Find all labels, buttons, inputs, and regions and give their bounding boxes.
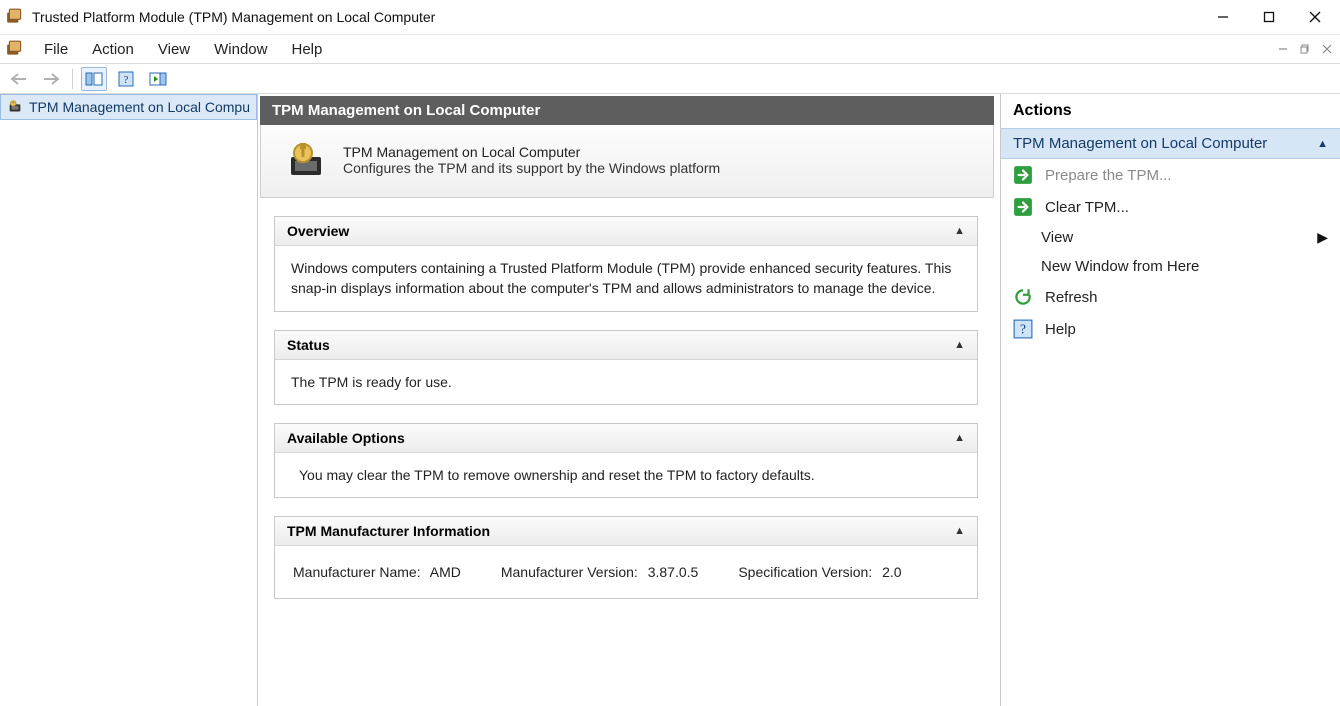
menu-view[interactable]: View xyxy=(146,37,202,62)
close-button[interactable] xyxy=(1292,2,1338,32)
collapse-icon: ▲ xyxy=(1317,138,1328,150)
action-new-window[interactable]: New Window from Here xyxy=(1001,252,1340,281)
actions-subheader-label: TPM Management on Local Computer xyxy=(1013,135,1267,152)
action-prepare-tpm[interactable]: Prepare the TPM... xyxy=(1001,159,1340,191)
show-hide-action-pane-button[interactable] xyxy=(145,67,171,91)
details-header: TPM Management on Local Computer xyxy=(260,96,994,125)
mdi-restore-button[interactable] xyxy=(1296,41,1314,57)
group-mfr-title: TPM Manufacturer Information xyxy=(287,523,490,539)
action-view[interactable]: View ▶ xyxy=(1001,223,1340,252)
toolbar: ? xyxy=(0,64,1340,94)
action-label: New Window from Here xyxy=(1041,258,1199,275)
group-options-header[interactable]: Available Options ▲ xyxy=(275,424,977,453)
action-label: Help xyxy=(1045,321,1076,338)
collapse-icon: ▲ xyxy=(954,225,965,237)
group-status-title: Status xyxy=(287,337,330,353)
tpm-chip-icon xyxy=(7,98,23,116)
toolbar-separator xyxy=(72,69,73,89)
group-available-options: Available Options ▲ You may clear the TP… xyxy=(274,423,978,498)
menu-help[interactable]: Help xyxy=(279,37,334,62)
menu-file[interactable]: File xyxy=(32,37,80,62)
group-overview-title: Overview xyxy=(287,223,349,239)
arrow-right-green-icon xyxy=(1013,197,1033,217)
actions-subheader[interactable]: TPM Management on Local Computer ▲ xyxy=(1001,128,1340,159)
mfr-version-value: 3.87.0.5 xyxy=(648,564,699,580)
tpm-chip-large-icon xyxy=(285,139,327,181)
group-overview: Overview ▲ Windows computers containing … xyxy=(274,216,978,312)
actions-title: Actions xyxy=(1001,94,1340,128)
chevron-right-icon: ▶ xyxy=(1317,229,1328,246)
window-title: Trusted Platform Module (TPM) Management… xyxy=(32,9,1200,25)
mfr-name-value: AMD xyxy=(430,564,461,580)
group-status: Status ▲ The TPM is ready for use. xyxy=(274,330,978,405)
mfr-version-label: Manufacturer Version: xyxy=(501,564,638,580)
window-controls xyxy=(1200,2,1338,32)
svg-text:?: ? xyxy=(1020,321,1026,336)
action-label: Clear TPM... xyxy=(1045,199,1129,216)
show-hide-tree-button[interactable] xyxy=(81,67,107,91)
action-help[interactable]: ? Help xyxy=(1001,313,1340,345)
action-label: Refresh xyxy=(1045,289,1098,306)
mfr-row: Manufacturer Name: AMD Manufacturer Vers… xyxy=(291,558,961,586)
mmc-icon xyxy=(6,40,24,58)
group-overview-header[interactable]: Overview ▲ xyxy=(275,217,977,246)
details-pane: TPM Management on Local Computer TPM Man… xyxy=(258,94,1000,706)
action-label: View xyxy=(1041,229,1073,246)
workspace: TPM Management on Local Compu TPM Manage… xyxy=(0,94,1340,706)
spec-version-label: Specification Version: xyxy=(738,564,872,580)
arrow-right-green-icon xyxy=(1013,165,1033,185)
maximize-button[interactable] xyxy=(1246,2,1292,32)
nav-back-button[interactable] xyxy=(6,67,32,91)
group-mfr-header[interactable]: TPM Manufacturer Information ▲ xyxy=(275,517,977,546)
action-refresh[interactable]: Refresh xyxy=(1001,281,1340,313)
tree-node-label: TPM Management on Local Compu xyxy=(29,99,250,115)
group-options-title: Available Options xyxy=(287,430,405,446)
banner-title: TPM Management on Local Computer xyxy=(343,144,720,160)
minimize-button[interactable] xyxy=(1200,2,1246,32)
group-status-body: The TPM is ready for use. xyxy=(275,360,977,404)
group-manufacturer-info: TPM Manufacturer Information ▲ Manufactu… xyxy=(274,516,978,599)
action-clear-tpm[interactable]: Clear TPM... xyxy=(1001,191,1340,223)
mdi-controls xyxy=(1274,41,1340,57)
svg-text:?: ? xyxy=(124,74,129,86)
mdi-close-button[interactable] xyxy=(1318,41,1336,57)
group-options-body: You may clear the TPM to remove ownershi… xyxy=(275,453,977,497)
title-bar: Trusted Platform Module (TPM) Management… xyxy=(0,0,1340,34)
menu-action[interactable]: Action xyxy=(80,37,146,62)
help-button[interactable]: ? xyxy=(113,67,139,91)
collapse-icon: ▲ xyxy=(954,339,965,351)
menu-window[interactable]: Window xyxy=(202,37,279,62)
banner-text: TPM Management on Local Computer Configu… xyxy=(343,144,720,176)
collapse-icon: ▲ xyxy=(954,432,965,444)
details-banner: TPM Management on Local Computer Configu… xyxy=(260,125,994,198)
refresh-icon xyxy=(1013,287,1033,307)
mdi-minimize-button[interactable] xyxy=(1274,41,1292,57)
help-icon: ? xyxy=(1013,319,1033,339)
nav-forward-button[interactable] xyxy=(38,67,64,91)
tree-node-tpm-root[interactable]: TPM Management on Local Compu xyxy=(0,94,257,120)
actions-pane: Actions TPM Management on Local Computer… xyxy=(1000,94,1340,706)
group-status-header[interactable]: Status ▲ xyxy=(275,331,977,360)
tree-pane: TPM Management on Local Compu xyxy=(0,94,258,706)
spec-version-value: 2.0 xyxy=(882,564,901,580)
menu-bar: File Action View Window Help xyxy=(0,34,1340,64)
collapse-icon: ▲ xyxy=(954,525,965,537)
mfr-name-label: Manufacturer Name: xyxy=(293,564,421,580)
action-label: Prepare the TPM... xyxy=(1045,167,1171,184)
app-icon xyxy=(6,8,24,26)
banner-description: Configures the TPM and its support by th… xyxy=(343,160,720,176)
group-overview-body: Windows computers containing a Trusted P… xyxy=(275,246,977,311)
